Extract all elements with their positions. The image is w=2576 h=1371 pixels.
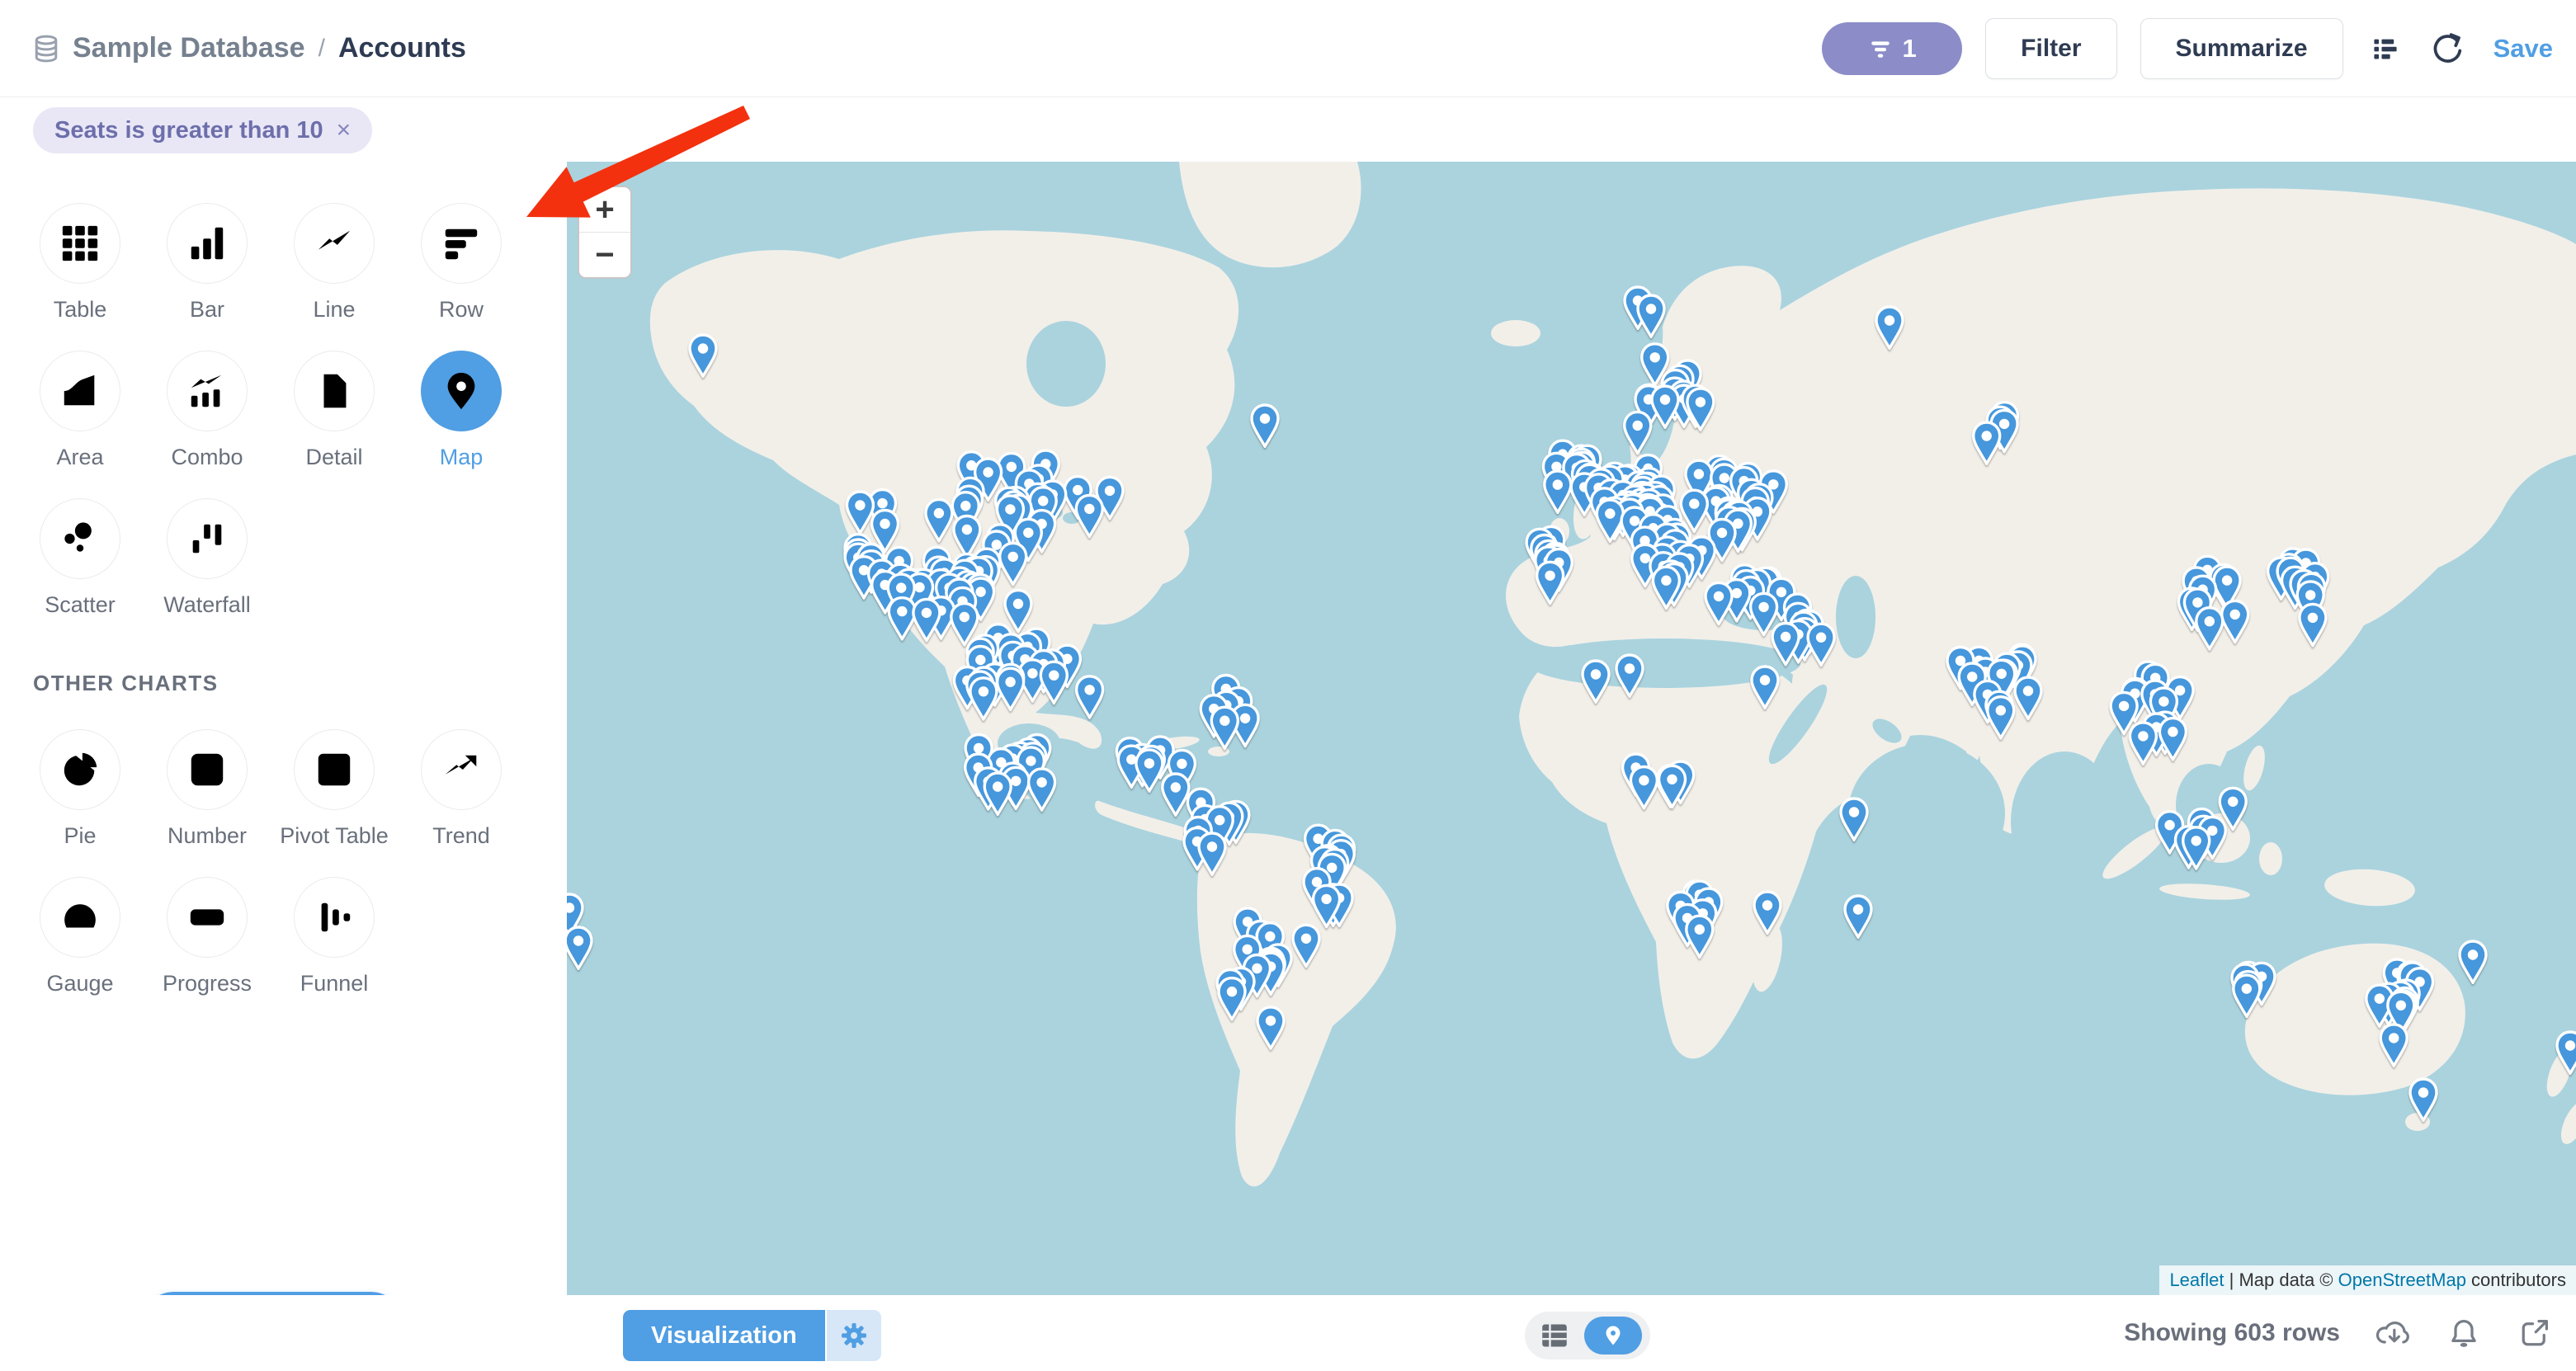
chart-type-sidebar: Table Bar Line Row Area Combo Detail Map Scatter… <box>0 162 567 1371</box>
row-chart-icon <box>421 203 502 284</box>
chart-type-combo[interactable]: Combo <box>144 351 271 470</box>
map-attribution: Leaflet | Map data © OpenStreetMap contr… <box>2159 1265 2576 1295</box>
share-icon[interactable] <box>2517 1315 2553 1351</box>
download-icon[interactable] <box>2375 1315 2411 1351</box>
chart-type-map[interactable]: Map <box>398 351 525 470</box>
progress-chart-icon <box>167 877 248 958</box>
breadcrumb: Sample Database / Accounts <box>33 32 466 64</box>
chart-type-scatter[interactable]: Scatter <box>17 498 144 618</box>
line-chart-icon <box>294 203 375 284</box>
leaflet-link[interactable]: Leaflet <box>2169 1270 2224 1290</box>
chart-type-pie[interactable]: Pie <box>17 729 144 849</box>
number-chart-icon <box>167 729 248 810</box>
chart-type-label: Table <box>54 297 107 323</box>
map-visualization[interactable]: + − Leaflet | Map data © OpenStreetMap c… <box>567 162 2576 1295</box>
chart-type-label: Number <box>167 823 247 849</box>
breadcrumb-separator: / <box>318 35 325 63</box>
chart-type-label: Pivot Table <box>280 823 389 849</box>
chart-type-label: Line <box>313 297 355 323</box>
filter-button[interactable]: Filter <box>1985 18 2116 79</box>
pie-chart-icon <box>40 729 120 810</box>
chart-type-pivot[interactable]: Pivot Table <box>271 729 398 849</box>
chart-type-label: Pie <box>64 823 96 849</box>
attribution-suffix: contributors <box>2466 1270 2566 1290</box>
chart-type-table[interactable]: Table <box>17 203 144 323</box>
chart-type-bar[interactable]: Bar <box>144 203 271 323</box>
waterfall-chart-icon <box>167 498 248 579</box>
chart-type-label: Area <box>56 445 103 470</box>
bar-chart-icon <box>167 203 248 284</box>
row-count: Showing 603 rows <box>2124 1319 2340 1347</box>
chart-type-detail[interactable]: Detail <box>271 351 398 470</box>
osm-link[interactable]: OpenStreetMap <box>2338 1270 2466 1290</box>
map-chart-icon <box>421 351 502 431</box>
chart-type-label: Progress <box>163 971 252 996</box>
zoom-in-button[interactable]: + <box>579 187 630 232</box>
remove-filter-icon[interactable]: × <box>337 118 351 143</box>
funnel-icon <box>1868 37 1893 60</box>
chart-type-row[interactable]: Row <box>398 203 525 323</box>
table-view-button[interactable] <box>1525 1323 1584 1348</box>
save-button[interactable]: Save <box>2493 34 2553 64</box>
chart-type-label: Combo <box>171 445 243 470</box>
attribution-divider: | <box>2225 1270 2239 1290</box>
database-icon <box>33 35 59 63</box>
trend-chart-icon <box>421 729 502 810</box>
zoom-out-button[interactable]: − <box>579 232 630 277</box>
chart-type-label: Bar <box>190 297 224 323</box>
map-zoom-control: + − <box>578 186 632 279</box>
table-view-icon <box>1541 1323 1568 1348</box>
filter-chip[interactable]: Seats is greater than 10 × <box>33 107 372 153</box>
table-chart-icon <box>40 203 120 284</box>
chart-type-label: Scatter <box>45 592 116 618</box>
app-header: Sample Database / Accounts 1 Filter Summ… <box>0 0 2576 97</box>
filter-chip-label: Seats is greater than 10 <box>54 117 323 144</box>
chart-type-grid-other: Pie Number Pivot Table Trend Gauge Progress Fu… <box>0 696 567 996</box>
chart-type-funnel[interactable]: Funnel <box>271 877 398 996</box>
chart-type-label: Detail <box>305 445 362 470</box>
footer-bar: Visualization <box>0 1295 2576 1371</box>
chart-type-number[interactable]: Number <box>144 729 271 849</box>
bell-icon[interactable] <box>2446 1315 2482 1351</box>
active-filters-count: 1 <box>1903 34 1917 64</box>
chart-type-waterfall[interactable]: Waterfall <box>144 498 271 618</box>
scatter-chart-icon <box>40 498 120 579</box>
chart-type-area[interactable]: Area <box>17 351 144 470</box>
active-filters-pill[interactable]: 1 <box>1822 22 1962 75</box>
chart-type-label: Trend <box>432 823 490 849</box>
combo-chart-icon <box>167 351 248 431</box>
chart-type-trend[interactable]: Trend <box>398 729 525 849</box>
chart-type-label: Row <box>439 297 484 323</box>
notebook-icon[interactable] <box>2366 30 2404 68</box>
world-map <box>567 162 2576 1295</box>
attribution-text: Map data © <box>2239 1270 2338 1290</box>
visualization-button[interactable]: Visualization <box>623 1310 825 1361</box>
chart-type-gauge[interactable]: Gauge <box>17 877 144 996</box>
chart-type-label: Map <box>440 445 484 470</box>
breadcrumb-table: Accounts <box>338 32 466 64</box>
refresh-icon[interactable] <box>2427 30 2465 68</box>
visualization-settings-button[interactable] <box>827 1310 881 1361</box>
chart-type-label: Funnel <box>300 971 369 996</box>
other-charts-heading: OTHER CHARTS <box>33 671 567 696</box>
pivot-chart-icon <box>294 729 375 810</box>
chart-type-progress[interactable]: Progress <box>144 877 271 996</box>
chart-type-label: Gauge <box>46 971 113 996</box>
map-view-icon <box>1602 1324 1624 1347</box>
funnel-chart-icon <box>294 877 375 958</box>
chart-type-line[interactable]: Line <box>271 203 398 323</box>
view-toggle <box>1525 1312 1650 1359</box>
filter-chip-row: Seats is greater than 10 × <box>0 97 2576 163</box>
summarize-button[interactable]: Summarize <box>2140 18 2343 79</box>
gear-icon <box>840 1322 868 1350</box>
chart-type-grid-main: Table Bar Line Row Area Combo Detail Map Scatter… <box>0 162 567 618</box>
chart-type-label: Waterfall <box>163 592 251 618</box>
visualization-button-group: Visualization <box>623 1310 881 1361</box>
detail-chart-icon <box>294 351 375 431</box>
breadcrumb-database[interactable]: Sample Database <box>73 32 305 64</box>
area-chart-icon <box>40 351 120 431</box>
map-view-button[interactable] <box>1584 1317 1642 1355</box>
gauge-chart-icon <box>40 877 120 958</box>
